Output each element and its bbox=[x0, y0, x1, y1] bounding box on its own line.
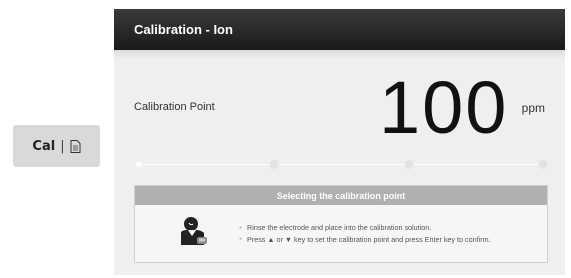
window-title-bar: Calibration - Ion bbox=[114, 9, 565, 59]
calibration-panel: Calibration - Ion Calibration Point 100 … bbox=[114, 9, 565, 275]
cal-button-label: Cal bbox=[32, 138, 56, 154]
calibration-unit: ppm bbox=[521, 101, 545, 115]
instruction-header: Selecting the calibration point bbox=[135, 186, 547, 205]
document-icon bbox=[70, 139, 81, 153]
instruction-item-rinse: Rinse the electrode and place into the c… bbox=[239, 222, 491, 234]
calibration-point-dot-3[interactable] bbox=[404, 160, 414, 169]
calibration-point-value[interactable]: 100 bbox=[379, 71, 508, 145]
technician-icon bbox=[181, 217, 207, 245]
calibration-point-dot-4[interactable] bbox=[538, 160, 548, 169]
calibration-point-track bbox=[139, 164, 543, 165]
calibration-point-dot-1[interactable] bbox=[136, 162, 142, 167]
instruction-box: Selecting the calibration point Rinse th… bbox=[134, 185, 548, 263]
calibration-point-dot-2[interactable] bbox=[269, 160, 279, 169]
instruction-list: Rinse the electrode and place into the c… bbox=[239, 222, 491, 245]
calibration-point-label: Calibration Point bbox=[134, 101, 215, 113]
calibration-point-row: Calibration Point 100 ppm bbox=[114, 71, 565, 145]
window-title: Calibration - Ion bbox=[134, 22, 233, 37]
cal-button-separator: | bbox=[60, 138, 65, 154]
cal-button[interactable]: Cal | bbox=[13, 125, 100, 167]
instruction-item-press: Press ▲ or ▼ key to set the calibration … bbox=[239, 234, 491, 246]
